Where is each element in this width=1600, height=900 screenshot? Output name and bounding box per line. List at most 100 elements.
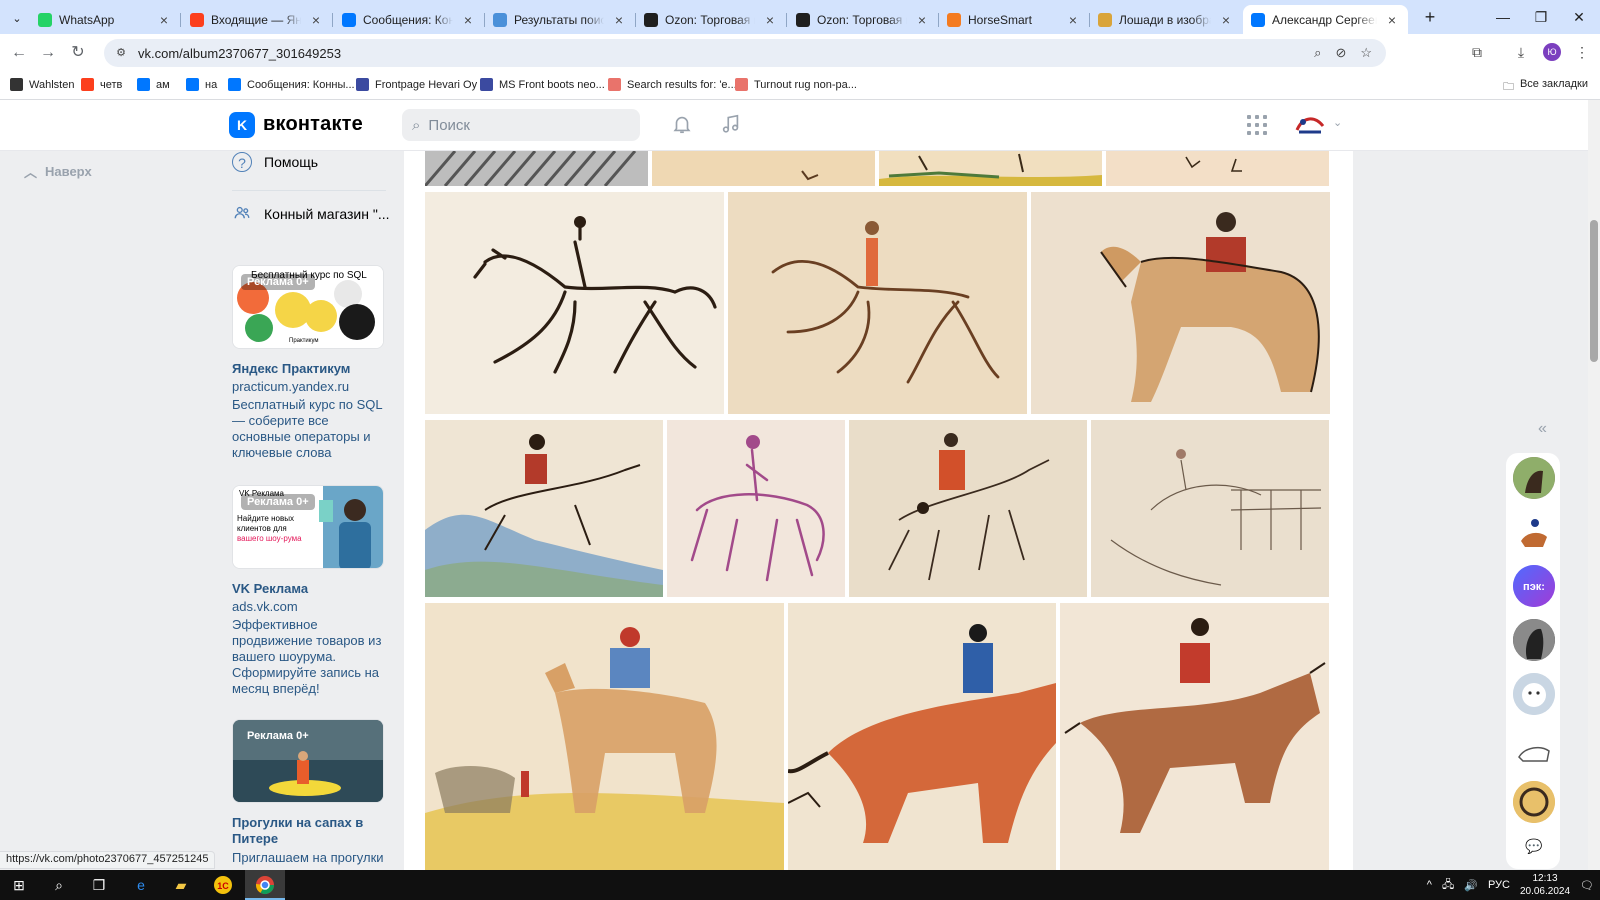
collapse-chats-icon[interactable]: « — [1538, 420, 1547, 438]
ad-domain[interactable]: ads.vk.com — [232, 599, 384, 614]
bookmark-item[interactable]: Turnout rug non-pa... — [735, 78, 857, 91]
minimize-icon[interactable]: — — [1488, 6, 1518, 28]
network-icon[interactable]: 🖧 — [1442, 876, 1454, 895]
close-window-icon[interactable]: ✕ — [1564, 6, 1594, 28]
ad-title[interactable]: Яндекс Практикум — [232, 361, 384, 377]
chat-avatar[interactable] — [1513, 781, 1555, 823]
photo-thumbnail[interactable] — [1091, 420, 1329, 597]
ad-image[interactable]: VK Реклама Найдите новых клиентов для ва… — [232, 485, 384, 569]
tab-close-icon[interactable]: × — [1065, 12, 1081, 28]
browser-tab[interactable]: Результаты поиска × — [485, 5, 636, 34]
chat-avatar[interactable] — [1513, 457, 1555, 499]
zoom-icon[interactable]: ⌕ — [1314, 45, 1321, 61]
music-icon[interactable] — [719, 113, 743, 137]
site-info-icon[interactable]: ⚙ — [114, 46, 128, 60]
all-bookmarks-button[interactable]: 🗀 Все закладки — [1503, 78, 1588, 97]
ad-image[interactable]: Реклама 0+ — [232, 719, 384, 803]
tab-close-icon[interactable]: × — [308, 12, 324, 28]
ad-text[interactable]: Бесплатный курс по SQL — соберите все ос… — [232, 397, 384, 461]
chat-avatar[interactable] — [1513, 619, 1555, 661]
address-url[interactable]: vk.com/album2370677_301649253 — [138, 46, 341, 61]
ad-title[interactable]: VK Реклама — [232, 581, 384, 597]
tab-close-icon[interactable]: × — [1384, 12, 1400, 28]
internet-explorer-icon[interactable]: e — [130, 875, 152, 895]
profile-avatar[interactable]: Ю — [1543, 43, 1561, 61]
file-explorer-icon[interactable]: ▰ — [170, 875, 192, 895]
vk-brand[interactable]: вконтакте — [263, 113, 363, 136]
tab-close-icon[interactable]: × — [460, 12, 476, 28]
search-input[interactable] — [428, 116, 619, 134]
browser-tab[interactable]: Ozon: Торговая пло × — [788, 5, 939, 34]
photo-thumbnail[interactable] — [788, 603, 1056, 871]
bookmark-item[interactable]: четв — [81, 78, 122, 91]
tab-close-icon[interactable]: × — [156, 12, 172, 28]
photo-thumbnail[interactable] — [849, 420, 1087, 597]
tab-close-icon[interactable]: × — [611, 12, 627, 28]
1c-app-icon[interactable]: 1С — [212, 875, 234, 895]
vk-search-box[interactable]: ⌕ — [402, 109, 640, 141]
photo-thumbnail[interactable] — [425, 192, 724, 414]
ad-block-practicum[interactable]: Бесплатный курс по SQL Практикум Реклама… — [232, 265, 384, 461]
side-item-help[interactable]: ? Помощь — [232, 152, 318, 172]
browser-tab[interactable]: Александр Сергеев × — [1243, 5, 1408, 34]
volume-icon[interactable]: 🔊 — [1464, 879, 1478, 892]
ad-image[interactable]: Бесплатный курс по SQL Практикум Реклама… — [232, 265, 384, 349]
photo-thumbnail[interactable] — [667, 420, 845, 597]
bookmark-item[interactable]: MS Front boots neo... — [480, 78, 605, 91]
clock[interactable]: 12:13 20.06.2024 — [1520, 872, 1570, 898]
tray-chevron-up-icon[interactable]: ^ — [1427, 879, 1432, 891]
photo-thumbnail[interactable] — [425, 603, 784, 871]
photo-thumbnail[interactable] — [1060, 603, 1329, 871]
ad-domain[interactable]: practicum.yandex.ru — [232, 379, 384, 394]
ad-block-vk-ads[interactable]: VK Реклама Найдите новых клиентов для ва… — [232, 485, 384, 697]
download-icon[interactable]: ⤓ — [1511, 44, 1531, 61]
task-view-icon[interactable]: ❐ — [88, 875, 110, 895]
tab-close-icon[interactable]: × — [914, 12, 930, 28]
forward-icon[interactable]: → — [37, 42, 59, 64]
page-scrollbar[interactable] — [1588, 100, 1600, 870]
chat-avatar[interactable] — [1513, 673, 1555, 715]
search-icon[interactable]: ⌕ — [48, 875, 70, 895]
bookmark-star-icon[interactable]: ☆ — [1360, 45, 1372, 61]
ad-block-sup[interactable]: Реклама 0+ Прогулки на сапах в Питере Пр… — [232, 719, 384, 866]
browser-tab[interactable]: Сообщения: Конный × — [334, 5, 485, 34]
user-avatar[interactable] — [1293, 112, 1327, 138]
restore-icon[interactable]: ❐ — [1526, 6, 1556, 28]
ad-text[interactable]: Эффективное продвижение товаров из вашег… — [232, 617, 384, 697]
bookmark-item[interactable]: ам — [137, 78, 170, 91]
chat-avatar[interactable] — [1513, 511, 1555, 553]
photo-thumbnail[interactable] — [728, 192, 1027, 414]
scroll-top-link[interactable]: ︿ Наверх — [24, 162, 92, 181]
vk-logo[interactable]: K — [229, 112, 255, 138]
eye-off-icon[interactable]: ⊘ — [1335, 45, 1346, 61]
chat-avatar[interactable]: пэк: — [1513, 565, 1555, 607]
ad-title[interactable]: Прогулки на сапах в Питере — [232, 815, 384, 847]
photo-thumbnail[interactable] — [1031, 192, 1330, 414]
bell-icon[interactable] — [670, 113, 694, 137]
bookmark-item[interactable]: Wahlsten — [10, 78, 74, 91]
bookmark-item[interactable]: на — [186, 78, 217, 91]
menu-kebab-icon[interactable]: ⋮ — [1572, 44, 1592, 61]
bookmark-item[interactable]: Frontpage Hevari Oy — [356, 78, 477, 91]
bookmark-item[interactable]: Search results for: 'e... — [608, 78, 737, 91]
side-item-horse-shop[interactable]: Конный магазин "... — [232, 204, 390, 224]
ad-text[interactable]: Приглашаем на прогулки — [232, 850, 384, 866]
chrome-icon[interactable] — [245, 870, 285, 900]
language-indicator[interactable]: РУС — [1488, 879, 1510, 891]
photo-thumbnail[interactable] — [425, 151, 648, 186]
address-bar[interactable]: ⚙ vk.com/album2370677_301649253 ⌕ ⊘ ☆ — [104, 39, 1386, 67]
chevron-down-icon[interactable]: ⌄ — [1333, 116, 1342, 129]
new-tab-button[interactable]: + — [1418, 6, 1442, 30]
photo-thumbnail[interactable] — [1106, 151, 1329, 186]
browser-tab[interactable]: WhatsApp × — [30, 5, 181, 34]
chat-avatar[interactable] — [1513, 727, 1555, 769]
windows-start-icon[interactable]: ⊞ — [8, 875, 30, 895]
photo-thumbnail[interactable] — [652, 151, 875, 186]
browser-tab[interactable]: Ozon: Торговая пло × — [636, 5, 787, 34]
extensions-icon[interactable]: ⧉ — [1467, 44, 1487, 61]
bookmark-item[interactable]: Сообщения: Конны... — [228, 78, 355, 91]
scrollbar-thumb[interactable] — [1590, 220, 1598, 362]
apps-grid-icon[interactable] — [1247, 115, 1267, 135]
tab-search-icon[interactable]: ⌄ — [6, 7, 28, 29]
tab-close-icon[interactable]: × — [1218, 12, 1234, 28]
